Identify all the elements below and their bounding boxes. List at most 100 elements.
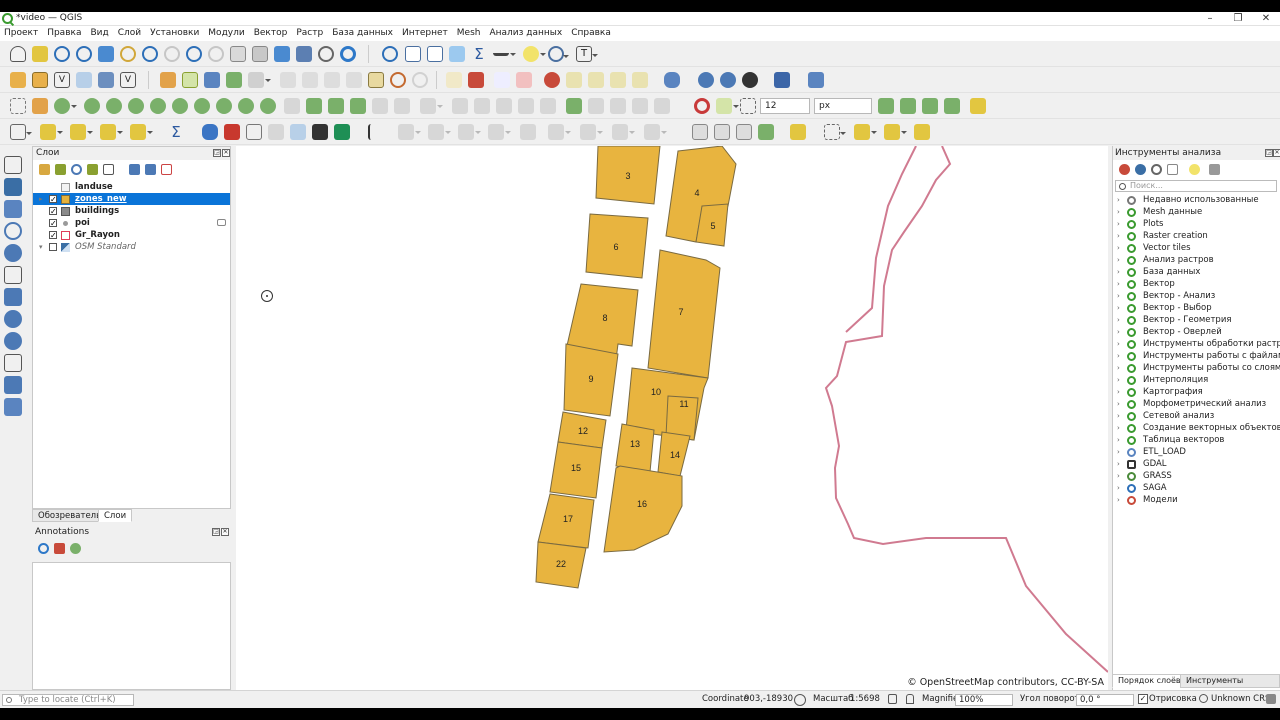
layer-visibility-checkbox[interactable]: ✓	[49, 207, 57, 216]
map-svg[interactable]: 3 4 5 6 7 8 9 10 11 12 13 14 15 16 17 22	[236, 146, 1108, 690]
expand-arrow-icon[interactable]: ›	[1117, 482, 1120, 494]
measure-icon[interactable]	[493, 46, 516, 56]
float-panel-icon[interactable]: ◲	[1265, 149, 1273, 157]
digitize-i-icon[interactable]	[644, 124, 667, 140]
layer-visibility-checkbox[interactable]: ✓	[49, 195, 57, 204]
digitize-e-icon[interactable]	[520, 124, 536, 140]
expand-arrow-icon[interactable]: ›	[1117, 386, 1120, 398]
pan-to-selection-icon[interactable]	[32, 46, 48, 62]
processing-group-item[interactable]: › Вектор - Выбор	[1113, 302, 1280, 314]
zone-polygon[interactable]	[603, 465, 683, 553]
processing-group-item[interactable]: › Модели	[1113, 494, 1280, 506]
align-top-icon[interactable]	[496, 98, 512, 114]
snapping-units-select[interactable]: px	[814, 98, 872, 114]
modify-attributes-icon[interactable]	[280, 72, 296, 88]
identify-features-icon[interactable]	[382, 46, 398, 62]
processing-group-item[interactable]: › Анализ растров	[1113, 254, 1280, 266]
snap-self-icon[interactable]	[632, 98, 648, 114]
expand-arrow-icon[interactable]: ›	[1117, 290, 1120, 302]
snapping-tolerance-input[interactable]: 12	[760, 98, 810, 114]
add-arcgis-icon[interactable]	[4, 354, 22, 372]
plugin-icon[interactable]	[808, 72, 824, 88]
shape-tool-a-icon[interactable]	[692, 124, 708, 140]
help-icon[interactable]	[774, 72, 790, 88]
expand-arrow-icon[interactable]: ›	[1117, 470, 1120, 482]
snapping-layer-icon[interactable]	[566, 98, 582, 114]
digitize-a-icon[interactable]	[398, 124, 421, 140]
menu-mesh[interactable]: Mesh	[457, 26, 481, 41]
processing-group-item[interactable]: › База данных	[1113, 266, 1280, 278]
self-snap-icon[interactable]	[944, 98, 960, 114]
metasearch-icon[interactable]	[698, 72, 714, 88]
add-group-icon[interactable]	[55, 164, 66, 175]
expand-arrow-icon[interactable]: ›	[1117, 410, 1120, 422]
digitize-f-icon[interactable]	[548, 124, 571, 140]
layer-row-poi[interactable]: ✓ poi	[33, 217, 230, 229]
field-calculator-icon[interactable]	[427, 46, 443, 62]
delete-part-icon[interactable]	[150, 98, 166, 114]
merge-attributes-icon[interactable]	[284, 98, 300, 114]
zoom-next-icon[interactable]	[208, 46, 224, 62]
processing-group-item[interactable]: › Вектор	[1113, 278, 1280, 290]
paste-features-icon[interactable]	[368, 72, 384, 88]
processing-group-item[interactable]: › Создание векторных объектов	[1113, 422, 1280, 434]
processing-group-item[interactable]: › ETL_LOAD	[1113, 446, 1280, 458]
options-wrench-icon[interactable]	[1209, 164, 1220, 175]
split-parts-icon[interactable]	[238, 98, 254, 114]
merge-features-icon[interactable]	[260, 98, 276, 114]
processing-group-item[interactable]: › GDAL	[1113, 458, 1280, 470]
render-checkbox[interactable]: ✓	[1138, 694, 1148, 704]
minimize-button[interactable]: –	[1196, 12, 1224, 26]
add-vector-tile-icon[interactable]	[4, 376, 22, 394]
processing-group-item[interactable]: › Raster creation	[1113, 230, 1280, 242]
statistical-summary-icon[interactable]: Σ	[168, 124, 184, 140]
new-geopackage-icon[interactable]	[32, 72, 48, 88]
add-ring-icon[interactable]	[54, 98, 77, 114]
select-all-icon[interactable]	[100, 124, 123, 140]
toggle-editing-icon[interactable]	[182, 72, 198, 88]
snap-topology-icon[interactable]	[588, 98, 604, 114]
expand-arrow-icon[interactable]: ›	[1117, 494, 1120, 506]
align-bottom-icon[interactable]	[518, 98, 534, 114]
refresh-annotations-icon[interactable]	[38, 543, 49, 554]
add-vector-layer-icon[interactable]	[4, 156, 22, 174]
expand-arrow-icon[interactable]: ›	[1117, 254, 1120, 266]
delete-annotation-icon[interactable]	[54, 543, 65, 554]
select-by-rectangle-icon[interactable]	[10, 124, 32, 140]
toggle-extents-icon[interactable]	[794, 694, 806, 706]
expand-arrow-icon[interactable]: ›	[1117, 266, 1120, 278]
snapping-mode-icon[interactable]	[716, 98, 739, 114]
attribute-select-icon[interactable]	[854, 124, 877, 140]
open-layer-styling-icon[interactable]	[39, 164, 50, 175]
magnifier-input[interactable]: 100%	[955, 694, 1013, 706]
new-shapefile-icon[interactable]: V	[54, 72, 70, 88]
float-panel-icon[interactable]: ◲	[213, 149, 221, 157]
processing-group-item[interactable]: › Интерполяция	[1113, 374, 1280, 386]
highlight-pinned-labels-icon[interactable]	[494, 72, 510, 88]
zoom-to-selection-icon[interactable]	[120, 46, 136, 62]
processing-group-item[interactable]: › Инструменты обработки растра	[1113, 338, 1280, 350]
align-right-icon[interactable]	[474, 98, 490, 114]
pin-labels-icon[interactable]	[544, 72, 560, 88]
close-panel-icon[interactable]: ✕	[222, 149, 230, 157]
restore-button[interactable]: ❐	[1224, 12, 1252, 26]
add-raster-layer-icon[interactable]	[4, 178, 22, 196]
grid-icon[interactable]	[290, 124, 306, 140]
digitize-b-icon[interactable]	[428, 124, 451, 140]
zoom-out-icon[interactable]	[76, 46, 92, 62]
filter-by-expression-icon[interactable]	[103, 164, 114, 175]
python-console-icon[interactable]	[202, 124, 218, 140]
layer-row-landuse[interactable]: landuse	[33, 181, 230, 193]
georeferencer-icon[interactable]	[224, 124, 240, 140]
processing-group-item[interactable]: › GRASS	[1113, 470, 1280, 482]
models-icon[interactable]	[1119, 164, 1130, 175]
layer-row-buildings[interactable]: ✓ buildings	[33, 205, 230, 217]
menu-layer[interactable]: Слой	[118, 26, 141, 41]
expand-arrow-icon[interactable]: ›	[1117, 230, 1120, 242]
close-panel-icon[interactable]: ✕	[221, 528, 229, 536]
expand-arrow-icon[interactable]: ›	[1117, 350, 1120, 362]
remove-layer-icon[interactable]	[161, 164, 172, 175]
select-tool-icon[interactable]	[824, 124, 846, 140]
add-mesh-layer-icon[interactable]	[4, 200, 22, 218]
snapping-magnet-icon[interactable]	[694, 98, 710, 114]
